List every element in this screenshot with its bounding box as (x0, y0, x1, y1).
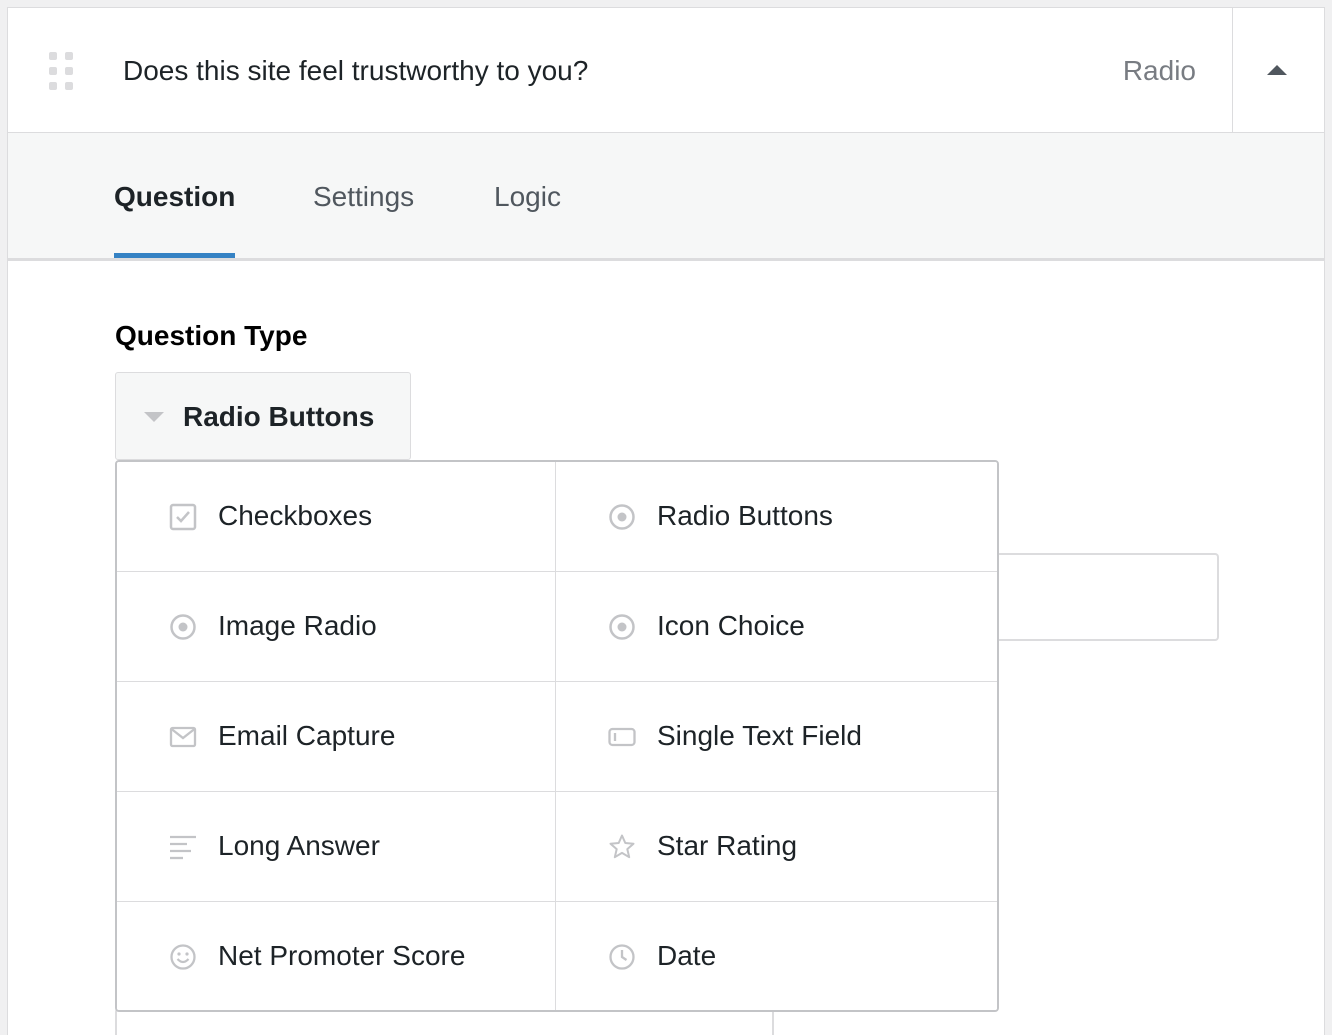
option-checkboxes[interactable]: Checkboxes (117, 462, 556, 572)
clock-icon (608, 943, 636, 971)
option-label: Net Promoter Score (218, 940, 466, 971)
option-long-answer[interactable]: Long Answer (117, 792, 556, 902)
option-label: Star Rating (657, 830, 798, 861)
option-star-rating[interactable]: Star Rating (556, 792, 997, 902)
option-label: Checkboxes (218, 500, 373, 531)
option-radio-buttons[interactable]: Radio Buttons (556, 462, 997, 572)
option-email-capture[interactable]: Email Capture (117, 682, 556, 792)
radio-icon (608, 503, 636, 531)
tab-question[interactable]: Question (114, 181, 236, 258)
question-type-selected: Radio Buttons (183, 401, 375, 432)
question-type-label: Radio (1122, 55, 1196, 86)
option-label: Date (657, 940, 717, 971)
question-type-dropdown[interactable]: Radio Buttons (115, 372, 411, 460)
star-icon (608, 833, 636, 861)
radio-icon (169, 613, 197, 641)
option-net-promoter-score[interactable]: Net Promoter Score (117, 902, 556, 1010)
drag-handle-icon[interactable] (49, 52, 73, 90)
option-label: Radio Buttons (657, 500, 833, 531)
question-type-menu: Checkboxes Radio Buttons Image Radio Ico… (115, 460, 999, 1012)
caret-up-icon (1267, 65, 1287, 75)
option-image-radio[interactable]: Image Radio (117, 572, 556, 682)
answer-input-behind (968, 553, 1219, 641)
smiley-icon (169, 943, 197, 971)
question-type-heading: Question Type (115, 320, 308, 351)
checkbox-icon (169, 503, 197, 531)
option-single-text-field[interactable]: Single Text Field (556, 682, 997, 792)
paragraph-icon (169, 833, 197, 861)
field-behind (115, 1008, 774, 1035)
option-icon-choice[interactable]: Icon Choice (556, 572, 997, 682)
option-label: Image Radio (218, 610, 377, 641)
option-label: Long Answer (218, 830, 380, 861)
question-card: Does this site feel trustworthy to you? … (7, 7, 1325, 1035)
option-label: Single Text Field (657, 720, 862, 751)
tab-logic[interactable]: Logic (494, 181, 561, 258)
text-field-icon (608, 723, 636, 751)
tab-bar: Question Settings Logic (8, 133, 1324, 261)
tab-settings[interactable]: Settings (313, 181, 414, 258)
option-label: Icon Choice (657, 610, 805, 641)
collapse-toggle-button[interactable] (1232, 8, 1324, 132)
envelope-icon (169, 723, 197, 751)
question-header[interactable]: Does this site feel trustworthy to you? … (8, 8, 1324, 133)
caret-down-icon (144, 412, 164, 422)
option-date[interactable]: Date (556, 902, 997, 1010)
radio-icon (608, 613, 636, 641)
option-label: Email Capture (218, 720, 396, 751)
question-title: Does this site feel trustworthy to you? (123, 55, 589, 86)
